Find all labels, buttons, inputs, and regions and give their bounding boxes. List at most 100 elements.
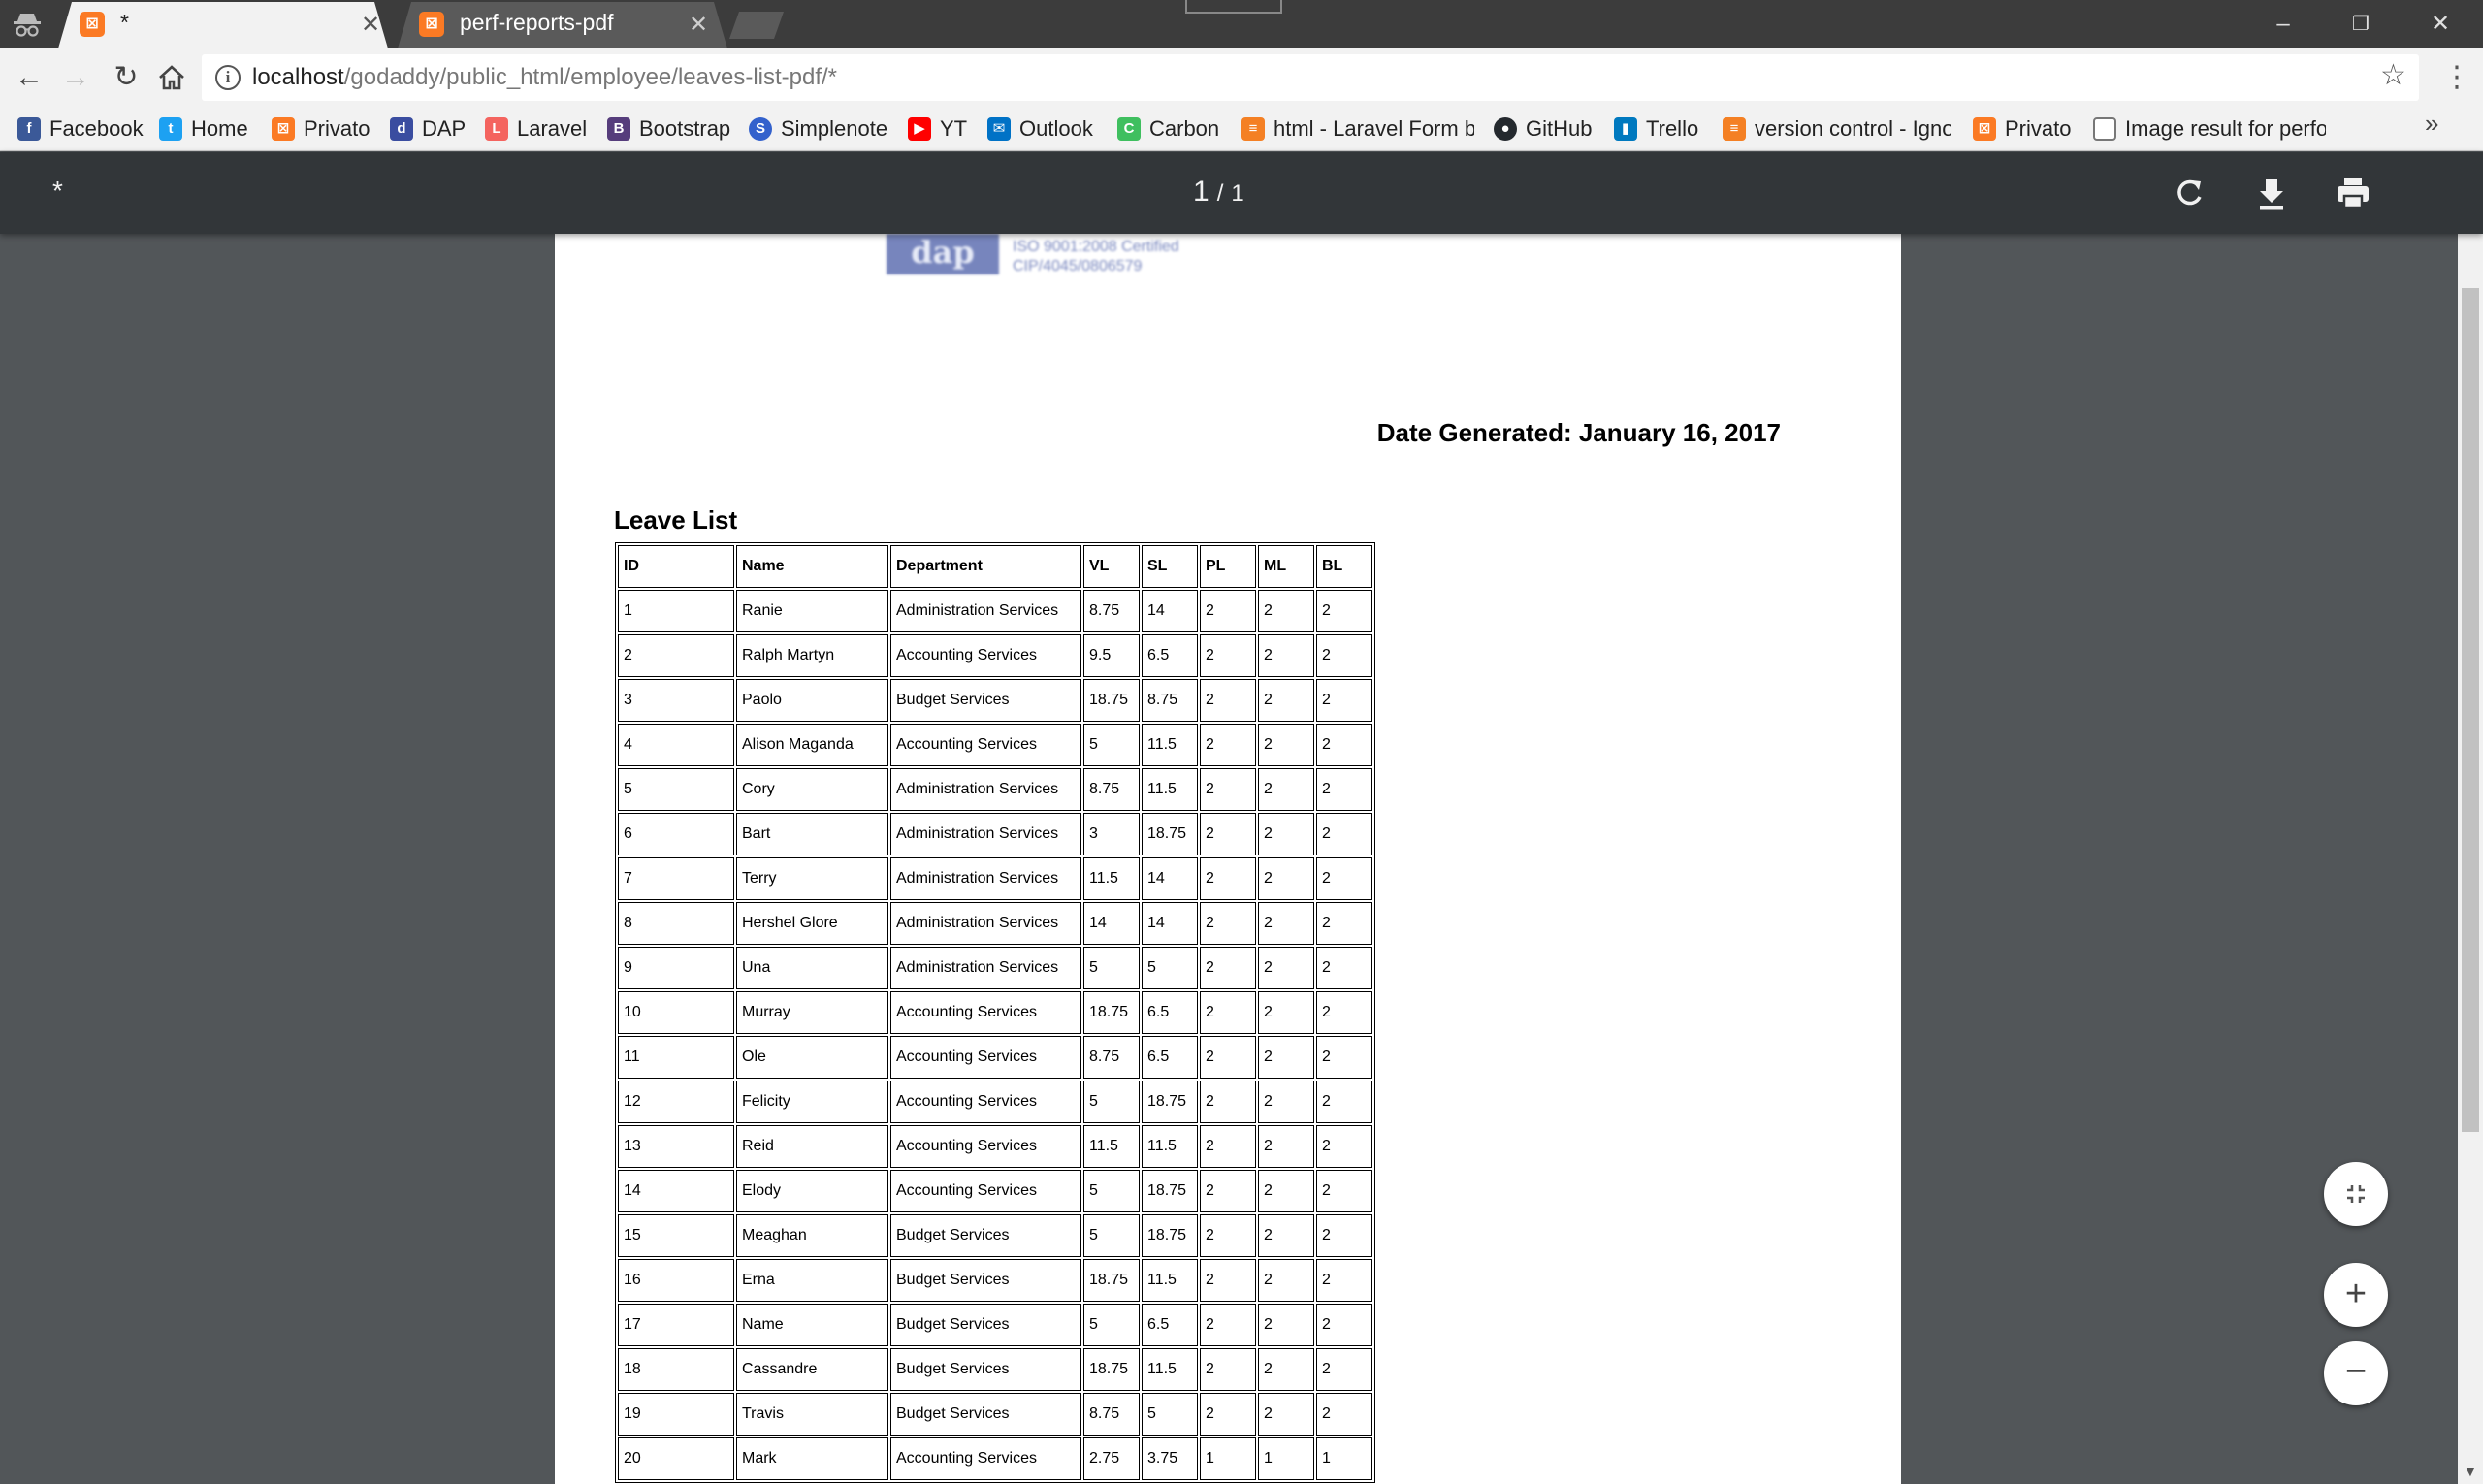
close-tab-icon[interactable]: ✕: [361, 11, 380, 39]
tab-active[interactable]: ⊠ * ✕: [58, 2, 388, 48]
bookmark-laravel[interactable]: L Laravel: [485, 113, 587, 145]
bookmark-simplenote[interactable]: S Simplenote: [749, 113, 887, 145]
table-cell-pl: 2: [1200, 1214, 1256, 1257]
fit-to-page-button[interactable]: [2324, 1162, 2388, 1226]
bookmark-star-icon[interactable]: ☆: [2380, 58, 2406, 92]
table-cell-department: Accounting Services: [890, 634, 1081, 677]
table-cell-name: Elody: [736, 1170, 888, 1212]
bookmark-privato[interactable]: ⊠ Privato: [272, 113, 370, 145]
download-icon[interactable]: [2252, 174, 2291, 212]
browser-toolbar: ← → ↻ i localhost/godaddy/public_html/em…: [0, 48, 2483, 107]
bookmark-image-result[interactable]: Image result for perfo: [2093, 113, 2326, 145]
address-bar[interactable]: i localhost/godaddy/public_html/employee…: [202, 54, 2419, 101]
home-icon[interactable]: [157, 64, 186, 91]
bookmark-yt[interactable]: ▶ YT: [908, 113, 967, 145]
table-cell-id: 12: [618, 1081, 734, 1123]
bookmark-facebook[interactable]: f Facebook: [17, 113, 144, 145]
trello-icon: ▮: [1614, 117, 1637, 141]
reload-icon[interactable]: ↻: [109, 60, 144, 95]
rotate-icon[interactable]: [2171, 174, 2209, 212]
print-icon[interactable]: [2334, 174, 2372, 212]
table-cell-sl: 3.75: [1142, 1437, 1198, 1480]
table-cell-ml: 2: [1258, 724, 1314, 766]
table-cell-ml: 1: [1258, 1437, 1314, 1480]
table-cell-name: Bart: [736, 813, 888, 855]
table-cell-vl: 18.75: [1083, 1259, 1140, 1302]
scroll-down-arrow-icon[interactable]: ▼: [2464, 1464, 2477, 1479]
current-page-input[interactable]: 1: [1193, 176, 1209, 208]
table-cell-vl: 18.75: [1083, 679, 1140, 722]
table-cell-sl: 18.75: [1142, 1170, 1198, 1212]
table-cell-name: Reid: [736, 1125, 888, 1168]
table-cell-bl: 1: [1316, 1437, 1372, 1480]
table-cell-vl: 3: [1083, 813, 1140, 855]
carbon-icon: C: [1117, 117, 1141, 141]
minus-icon: −: [2344, 1351, 2368, 1392]
close-window-icon[interactable]: ✕: [2421, 8, 2460, 41]
table-cell-id: 7: [618, 857, 734, 900]
close-tab-icon[interactable]: ✕: [689, 11, 708, 39]
bookmarks-bar: f Facebook t Home ⊠ Privato d DAP L Laravel B…: [0, 107, 2483, 151]
table-cell-ml: 2: [1258, 634, 1314, 677]
table-cell-sl: 14: [1142, 857, 1198, 900]
table-cell-bl: 2: [1316, 813, 1372, 855]
table-cell-bl: 2: [1316, 947, 1372, 989]
table-cell-id: 16: [618, 1259, 734, 1302]
info-icon[interactable]: i: [215, 65, 241, 90]
github-icon: ●: [1494, 117, 1517, 141]
table-cell-bl: 2: [1316, 1170, 1372, 1212]
table-cell-id: 18: [618, 1348, 734, 1391]
bookmark-carbon[interactable]: C Carbon: [1117, 113, 1219, 145]
incognito-icon: [14, 14, 41, 37]
table-cell-name: Ole: [736, 1036, 888, 1079]
table-row: 9 Una Administration Services 5 5 2 2 2: [618, 947, 1372, 989]
new-tab-button[interactable]: [729, 12, 784, 39]
table-cell-name: Murray: [736, 991, 888, 1034]
table-cell-pl: 2: [1200, 768, 1256, 811]
table-cell-name: Felicity: [736, 1081, 888, 1123]
table-cell-vl: 5: [1083, 1170, 1140, 1212]
zoom-in-button[interactable]: +: [2324, 1263, 2388, 1327]
bookmark-outlook[interactable]: ✉ Outlook: [987, 113, 1093, 145]
table-cell-department: Administration Services: [890, 813, 1081, 855]
table-cell-department: Administration Services: [890, 768, 1081, 811]
table-cell-bl: 2: [1316, 1259, 1372, 1302]
table-cell-vl: 5: [1083, 1214, 1140, 1257]
table-cell-ml: 2: [1258, 1170, 1314, 1212]
forward-icon[interactable]: →: [58, 60, 93, 95]
pdf-viewer[interactable]: dap ISO 9001:2008 Certified CIP/4045/080…: [0, 234, 2458, 1484]
table-cell-pl: 2: [1200, 1125, 1256, 1168]
table-cell-department: Budget Services: [890, 1304, 1081, 1346]
back-icon[interactable]: ←: [12, 60, 47, 95]
table-cell-ml: 2: [1258, 857, 1314, 900]
bookmark-trello[interactable]: ▮ Trello: [1614, 113, 1698, 145]
bookmarks-overflow-button[interactable]: »: [2425, 109, 2438, 139]
bookmark-laravel-form[interactable]: ≡ html - Laravel Form b: [1242, 113, 1474, 145]
table-cell-ml: 2: [1258, 1259, 1314, 1302]
minimize-icon[interactable]: –: [2264, 8, 2303, 41]
restore-icon[interactable]: ❐: [2341, 8, 2380, 41]
table-cell-pl: 2: [1200, 1348, 1256, 1391]
table-cell-id: 5: [618, 768, 734, 811]
table-cell-vl: 2.75: [1083, 1437, 1140, 1480]
browser-menu-icon[interactable]: ⋮: [2442, 60, 2471, 95]
vertical-scrollbar[interactable]: ▲ ▼: [2458, 152, 2483, 1484]
table-cell-id: 20: [618, 1437, 734, 1480]
bookmark-github[interactable]: ● GitHub: [1494, 113, 1592, 145]
tab-perf-reports-pdf[interactable]: ⊠ perf-reports-pdf ✕: [398, 2, 727, 48]
column-header-name: Name: [736, 545, 888, 588]
bookmark-home[interactable]: t Home: [159, 113, 248, 145]
bookmark-dap[interactable]: d DAP: [390, 113, 466, 145]
bookmark-bootstrap[interactable]: B Bootstrap: [607, 113, 730, 145]
table-cell-sl: 14: [1142, 902, 1198, 945]
table-cell-name: Travis: [736, 1393, 888, 1436]
bookmark-version-control[interactable]: ≡ version control - Igno: [1723, 113, 1951, 145]
table-row: 17 Name Budget Services 5 6.5 2 2 2: [618, 1304, 1372, 1346]
table-cell-bl: 2: [1316, 1304, 1372, 1346]
zoom-out-button[interactable]: −: [2324, 1341, 2388, 1405]
scrollbar-thumb[interactable]: [2462, 288, 2479, 1132]
facebook-icon: f: [17, 117, 41, 141]
window-drag-handle[interactable]: [1185, 0, 1282, 14]
bookmark-privato-2[interactable]: ⊠ Privato: [1973, 113, 2071, 145]
url-text[interactable]: localhost/godaddy/public_html/employee/l…: [252, 64, 837, 91]
